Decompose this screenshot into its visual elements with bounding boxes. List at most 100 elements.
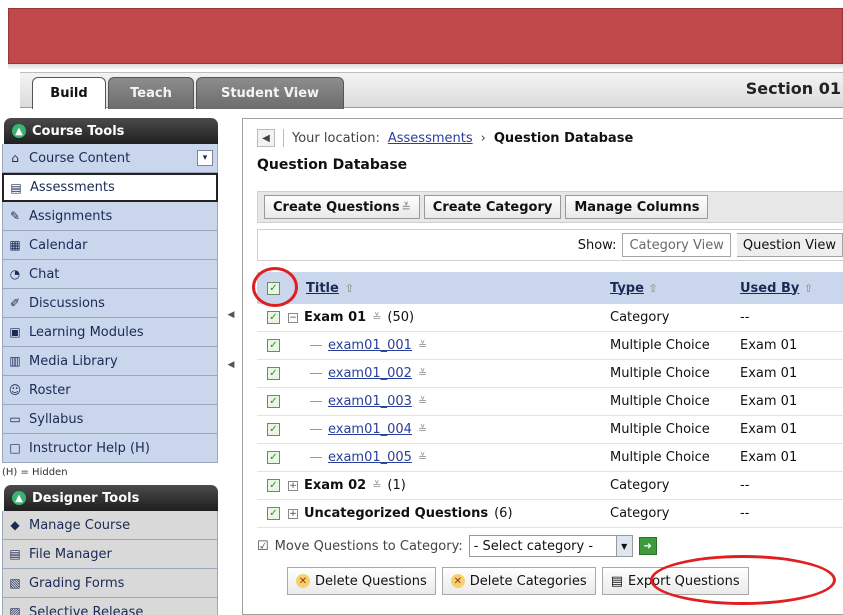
collapse-minus-icon[interactable]: − [288, 312, 298, 323]
sort-icon[interactable]: ⇧ [804, 282, 813, 295]
table-header: ✓ Title ⇧ Type ⇧ Used By ⇧ [257, 272, 843, 304]
row-checkbox[interactable]: ✓ [267, 507, 280, 520]
options-menu-icon[interactable]: ≚ [418, 423, 427, 436]
row-checkbox[interactable]: ✓ [267, 479, 280, 492]
modules-icon: ▣ [9, 325, 21, 339]
tab-build[interactable]: Build [32, 77, 106, 109]
sidebar-item-file-manager[interactable]: ▤ File Manager [2, 540, 218, 569]
roster-icon: ☺ [8, 383, 22, 397]
create-category-button[interactable]: Create Category [423, 195, 562, 219]
table-row: ✓ exam01_005 ≚ Multiple Choice Exam 01 [257, 444, 843, 472]
main-panel: ◀ Your location: Assessments › Question … [242, 118, 843, 615]
manage-icon: ◆ [10, 518, 20, 532]
chevron-down-icon[interactable]: ▾ [197, 150, 213, 166]
assignment-icon: ✎ [9, 209, 21, 223]
chevron-down-icon: ▼ [615, 536, 632, 556]
question-link[interactable]: exam01_003 [328, 394, 412, 409]
manage-columns-button[interactable]: Manage Columns [565, 195, 709, 219]
sidebar-item-calendar[interactable]: ▦ Calendar [2, 231, 218, 260]
options-menu-icon[interactable]: ≚ [372, 479, 381, 492]
table-row: ✓ − Exam 01 ≚ (50) Category -- [257, 304, 843, 332]
tab-student-view[interactable]: Student View [196, 77, 344, 109]
breadcrumb-link-assessments[interactable]: Assessments [388, 131, 473, 146]
sidebar-item-learning-modules[interactable]: ▣ Learning Modules [2, 318, 218, 347]
sidebar-item-assignments[interactable]: ✎ Assignments [2, 202, 218, 231]
tab-teach[interactable]: Teach [108, 77, 194, 109]
sidebar-item-selective-release[interactable]: ▨ Selective Release [2, 598, 218, 615]
sidebar-item-assessments[interactable]: ▤ Assessments [2, 173, 218, 202]
question-view-option[interactable]: Question View [736, 233, 843, 257]
row-checkbox[interactable]: ✓ [267, 367, 280, 380]
sort-icon[interactable]: ⇧ [648, 282, 657, 295]
create-questions-button[interactable]: Create Questions ≚ [264, 195, 420, 219]
syllabus-icon: ▭ [9, 412, 21, 426]
go-button[interactable]: ➜ [638, 537, 657, 555]
back-arrow-icon[interactable]: ◀ [257, 129, 275, 147]
category-select[interactable]: - Select category - ▼ [468, 535, 633, 557]
sidebar-item-manage-course[interactable]: ◆ Manage Course [2, 511, 218, 540]
delete-categories-button[interactable]: ✕ Delete Categories [441, 567, 596, 595]
options-menu-icon[interactable]: ≚ [372, 311, 381, 324]
row-checkbox[interactable]: ✓ [267, 451, 280, 464]
question-link[interactable]: exam01_005 [328, 450, 412, 465]
collapse-circle-icon: ▲ [12, 124, 26, 138]
expand-plus-icon[interactable]: + [288, 480, 298, 491]
question-link[interactable]: exam01_004 [328, 422, 412, 437]
delete-questions-button[interactable]: ✕ Delete Questions [287, 567, 436, 595]
sidebar-item-syllabus[interactable]: ▭ Syllabus [2, 405, 218, 434]
options-menu-icon[interactable]: ≚ [418, 451, 427, 464]
sidebar-item-grading-forms[interactable]: ▧ Grading Forms [2, 569, 218, 598]
table-row: ✓ exam01_002 ≚ Multiple Choice Exam 01 [257, 360, 843, 388]
hidden-legend: (H) = Hidden [2, 467, 68, 478]
table-row: ✓ exam01_003 ≚ Multiple Choice Exam 01 [257, 388, 843, 416]
options-menu-icon[interactable]: ≚ [418, 395, 427, 408]
sidebar-item-instructor-help[interactable]: □ Instructor Help (H) [2, 434, 218, 463]
dropdown-menu-icon: ≚ [401, 200, 411, 214]
tab-bar: Build Teach Student View Section 01 [20, 72, 843, 109]
delete-icon: ✕ [296, 574, 310, 588]
sort-icon[interactable]: ⇧ [345, 282, 354, 295]
tree-connector [310, 345, 322, 346]
question-link[interactable]: exam01_001 [328, 338, 412, 353]
section-title: Section 01 [745, 79, 841, 98]
sidebar-item-chat[interactable]: ◔ Chat [2, 260, 218, 289]
move-icon: ☑ [257, 538, 269, 554]
sidebar-item-media-library[interactable]: ▥ Media Library [2, 347, 218, 376]
grading-icon: ▧ [9, 576, 21, 590]
collapse-circle-icon: ▲ [12, 491, 26, 505]
expand-plus-icon[interactable]: + [288, 508, 298, 519]
file-icon: ▤ [9, 547, 21, 561]
chat-icon: ◔ [9, 267, 21, 281]
question-table: ✓ Title ⇧ Type ⇧ Used By ⇧ ✓ − Exam 01 ≚… [257, 272, 843, 528]
delete-icon: ✕ [450, 574, 465, 588]
row-checkbox[interactable]: ✓ [267, 311, 280, 324]
tree-connector [310, 429, 322, 430]
highlight-circle-export [650, 555, 836, 605]
sidebar-item-course-content[interactable]: ⌂ Course Content ▾ [2, 144, 218, 173]
options-menu-icon[interactable]: ≚ [418, 339, 427, 352]
course-tools-header[interactable]: ▲ Course Tools [4, 118, 218, 144]
table-row: ✓ exam01_004 ≚ Multiple Choice Exam 01 [257, 416, 843, 444]
row-checkbox[interactable]: ✓ [267, 423, 280, 436]
collapse-left-icon: ◀ [227, 360, 235, 370]
category-view-option[interactable]: Category View [622, 233, 731, 257]
category-count: (6) [494, 506, 513, 521]
calendar-icon: ▦ [9, 238, 21, 252]
question-link[interactable]: exam01_002 [328, 366, 412, 381]
row-checkbox[interactable]: ✓ [267, 395, 280, 408]
toolbar: Create Questions ≚ Create Category Manag… [257, 191, 843, 223]
used-by-column-header[interactable]: Used By [740, 281, 799, 296]
sidebar-collapse-handle[interactable]: ◀ ◀ [227, 310, 235, 370]
sidebar-item-discussions[interactable]: ✐ Discussions [2, 289, 218, 318]
type-column-header[interactable]: Type [610, 281, 644, 296]
options-menu-icon[interactable]: ≚ [418, 367, 427, 380]
breadcrumb: ◀ Your location: Assessments › Question … [257, 129, 633, 147]
export-icon: ▤ [610, 573, 623, 589]
designer-tools-header[interactable]: ▲ Designer Tools [4, 485, 218, 511]
category-count: (50) [387, 310, 415, 325]
sidebar: ▲ Course Tools ⌂ Course Content ▾ ▤ Asse… [0, 118, 222, 615]
title-column-header[interactable]: Title [306, 281, 339, 296]
sidebar-item-roster[interactable]: ☺ Roster [2, 376, 218, 405]
tree-connector [310, 401, 322, 402]
row-checkbox[interactable]: ✓ [267, 339, 280, 352]
